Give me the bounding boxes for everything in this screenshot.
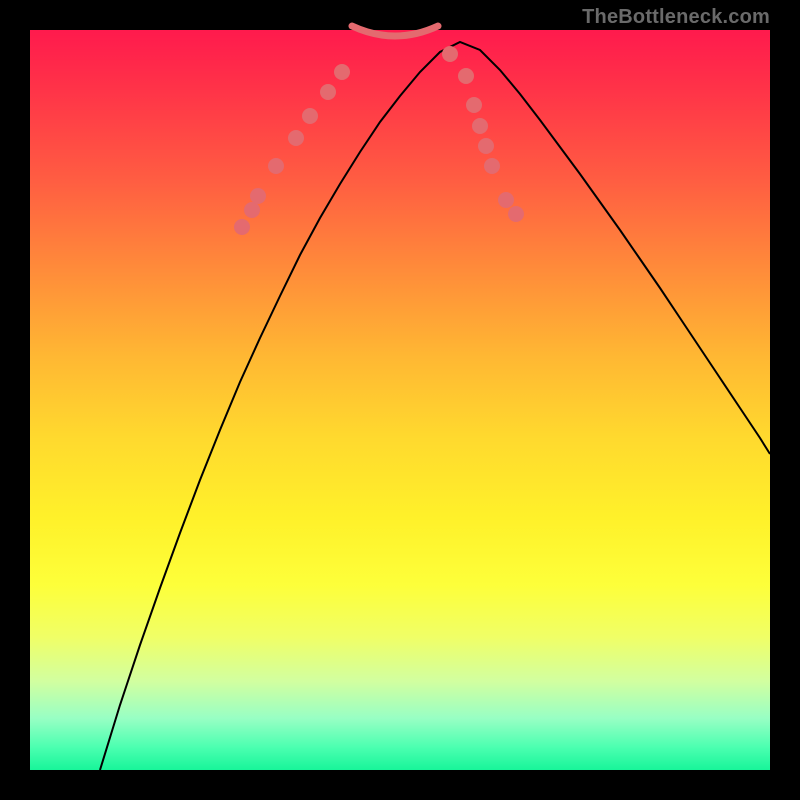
data-point [442,46,458,62]
bottleneck-plot [30,30,770,770]
data-point [244,202,260,218]
data-point [478,138,494,154]
data-point [320,84,336,100]
chart-frame [30,30,770,770]
bottom-highlight [352,26,438,36]
curve-group [100,42,770,770]
bottleneck-curve [100,42,770,770]
dots-group [234,46,524,235]
data-point [234,219,250,235]
watermark-text: TheBottleneck.com [582,6,770,29]
data-point [472,118,488,134]
data-point [302,108,318,124]
data-point [508,206,524,222]
data-point [334,64,350,80]
data-point [484,158,500,174]
data-point [466,97,482,113]
data-point [498,192,514,208]
data-point [288,130,304,146]
data-point [268,158,284,174]
bottom-segment-group [352,26,438,36]
data-point [458,68,474,84]
data-point [250,188,266,204]
